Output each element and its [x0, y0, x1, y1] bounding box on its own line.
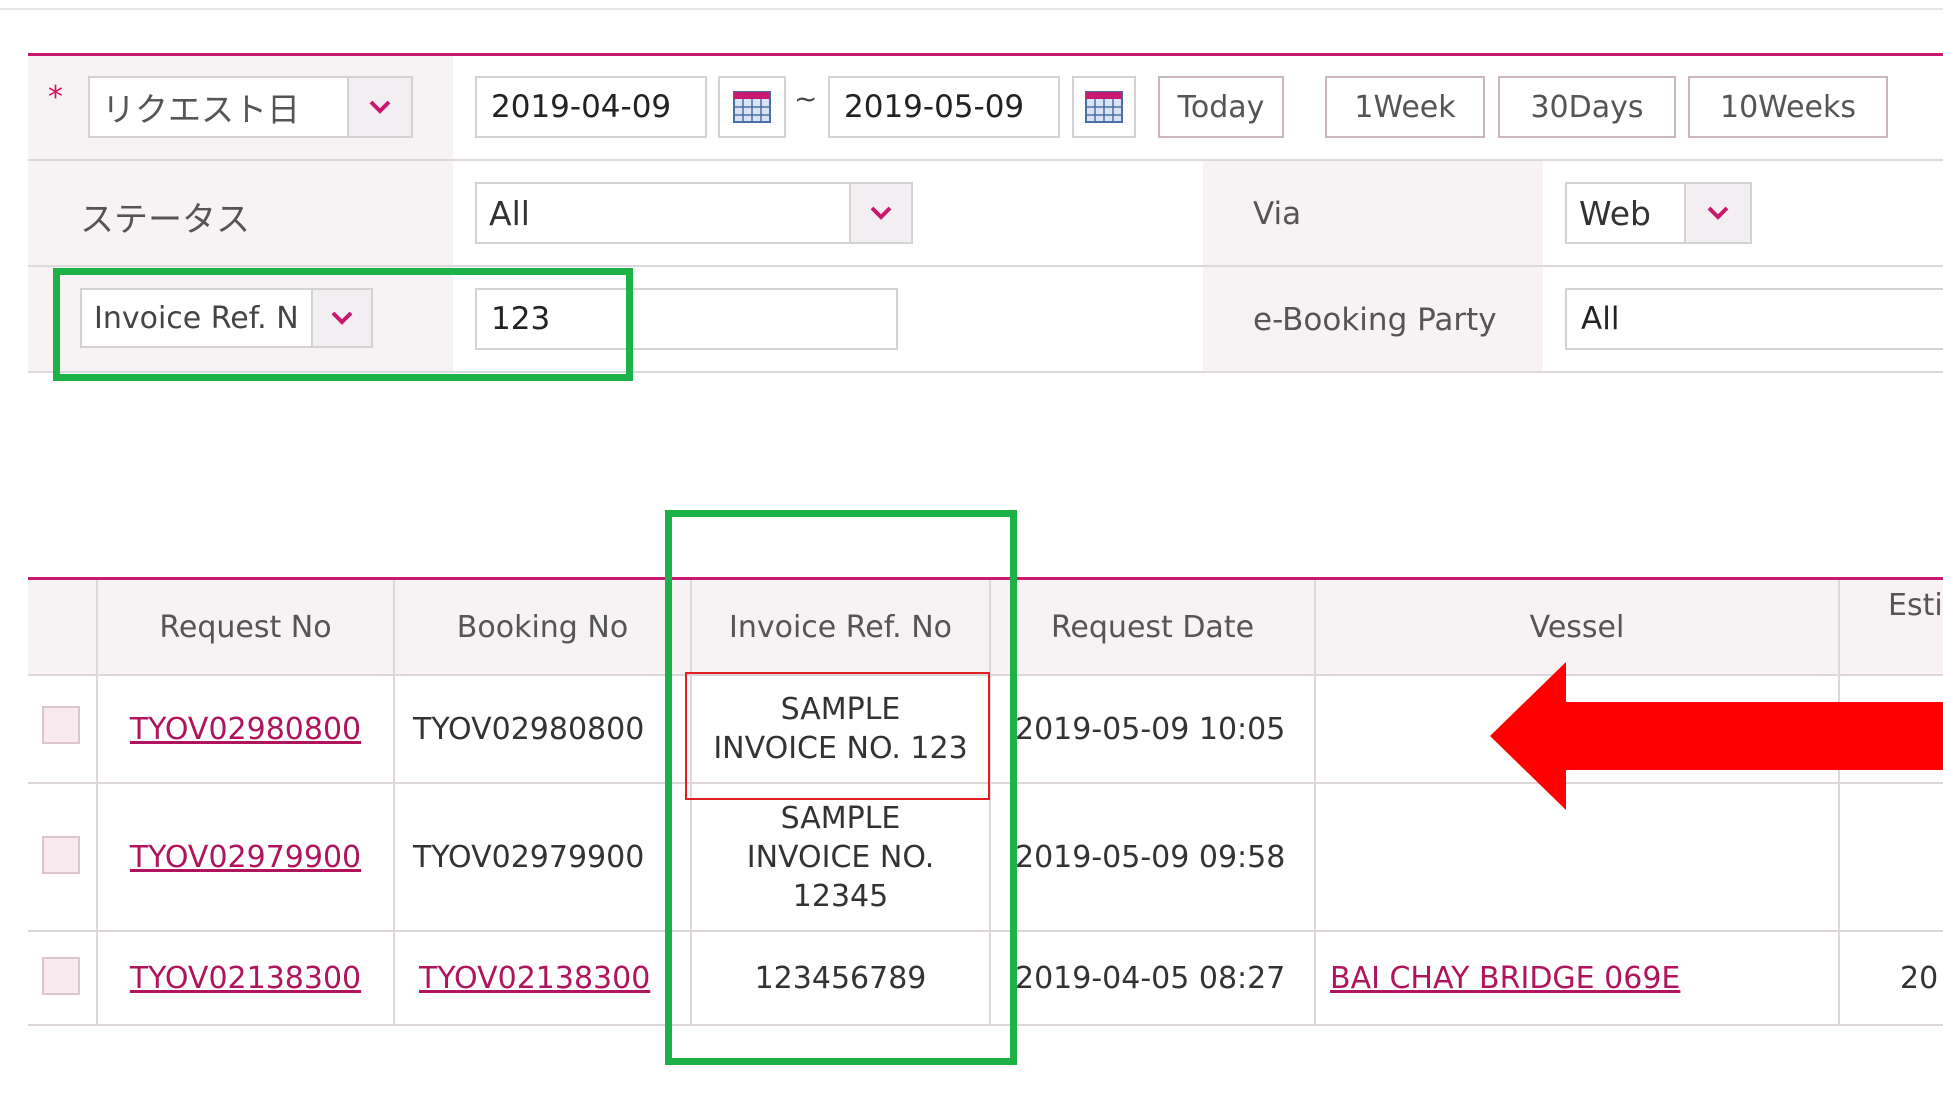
booking-no-text[interactable]: TYOV02138300 [419, 959, 650, 998]
date-from-value: 2019-04-09 [491, 89, 672, 125]
column-header-estimated[interactable]: Esti [1840, 580, 1943, 630]
ebooking-party-select[interactable]: All [1565, 288, 1943, 350]
column-header-vessel[interactable]: Vessel [1316, 580, 1838, 674]
chevron-down-icon [1684, 184, 1750, 242]
booking-no-link[interactable]: TYOV02138300 [395, 932, 690, 1024]
date-type-value: リクエスト日 [102, 90, 300, 129]
request-no-link[interactable]: TYOV02979900 [98, 784, 393, 930]
via-value: Web [1579, 193, 1651, 233]
row-select-checkbox[interactable] [42, 957, 80, 995]
chevron-down-icon [849, 184, 911, 242]
column-header-request-no[interactable]: Request No [98, 580, 393, 674]
vessel-text[interactable]: BAI CHAY BRIDGE 069E [1330, 959, 1680, 998]
request-no-link[interactable]: TYOV02138300 [98, 932, 393, 1024]
request-no-text[interactable]: TYOV02980800 [130, 710, 361, 749]
request-no-text[interactable]: TYOV02138300 [130, 959, 361, 998]
match-highlight-box [685, 672, 990, 800]
date-to-value: 2019-05-09 [844, 89, 1025, 125]
ebooking-party-value: All [1581, 301, 1620, 337]
request-date-cell: 2019-05-09 10:05 [1015, 711, 1286, 747]
request-date-cell: 2019-05-09 09:58 [1015, 839, 1286, 875]
calendar-to-button[interactable] [1072, 76, 1136, 138]
filter-highlight-box [53, 268, 633, 381]
vessel-link[interactable]: BAI CHAY BRIDGE 069E [1316, 932, 1838, 1024]
date-from-input[interactable]: 2019-04-09 [475, 76, 707, 138]
date-type-select[interactable]: リクエスト日 [88, 76, 413, 138]
request-date-cell: 2019-04-05 08:27 [1015, 960, 1286, 996]
quick-range-30days-button[interactable]: 30Days [1498, 76, 1676, 138]
column-header-request-date[interactable]: Request Date [991, 580, 1314, 674]
request-no-link[interactable]: TYOV02980800 [98, 676, 393, 782]
quick-range-1week-button[interactable]: 1Week [1325, 76, 1485, 138]
via-label: Via [1253, 196, 1302, 232]
ebooking-party-label: e-Booking Party [1253, 302, 1497, 338]
status-select[interactable]: All [475, 182, 913, 244]
booking-no-text: TYOV02979900 [413, 839, 645, 875]
date-range-separator: ~ [794, 82, 818, 115]
chevron-down-icon [347, 78, 411, 136]
top-divider [0, 8, 1943, 10]
quick-range-10weeks-button[interactable]: 10Weeks [1688, 76, 1888, 138]
calendar-from-button[interactable] [718, 76, 786, 138]
via-select[interactable]: Web [1565, 182, 1752, 244]
required-marker: * [48, 80, 63, 115]
booking-no-cell: TYOV02979900 [395, 784, 690, 930]
estimated-cell: 20 [1900, 960, 1939, 996]
date-to-input[interactable]: 2019-05-09 [828, 76, 1060, 138]
booking-no-cell: TYOV02980800 [395, 676, 690, 782]
red-arrow-icon [1490, 662, 1943, 810]
row-select-checkbox[interactable] [42, 836, 80, 874]
request-no-text[interactable]: TYOV02979900 [130, 838, 361, 877]
status-value: All [489, 193, 530, 233]
quick-range-today-button[interactable]: Today [1158, 76, 1284, 138]
calendar-icon [1085, 91, 1123, 123]
calendar-icon [733, 91, 771, 123]
status-label: ステータス [80, 200, 250, 240]
row-select-checkbox[interactable] [42, 706, 80, 744]
booking-no-text: TYOV02980800 [413, 711, 645, 747]
column-header-booking-no[interactable]: Booking No [395, 580, 690, 674]
